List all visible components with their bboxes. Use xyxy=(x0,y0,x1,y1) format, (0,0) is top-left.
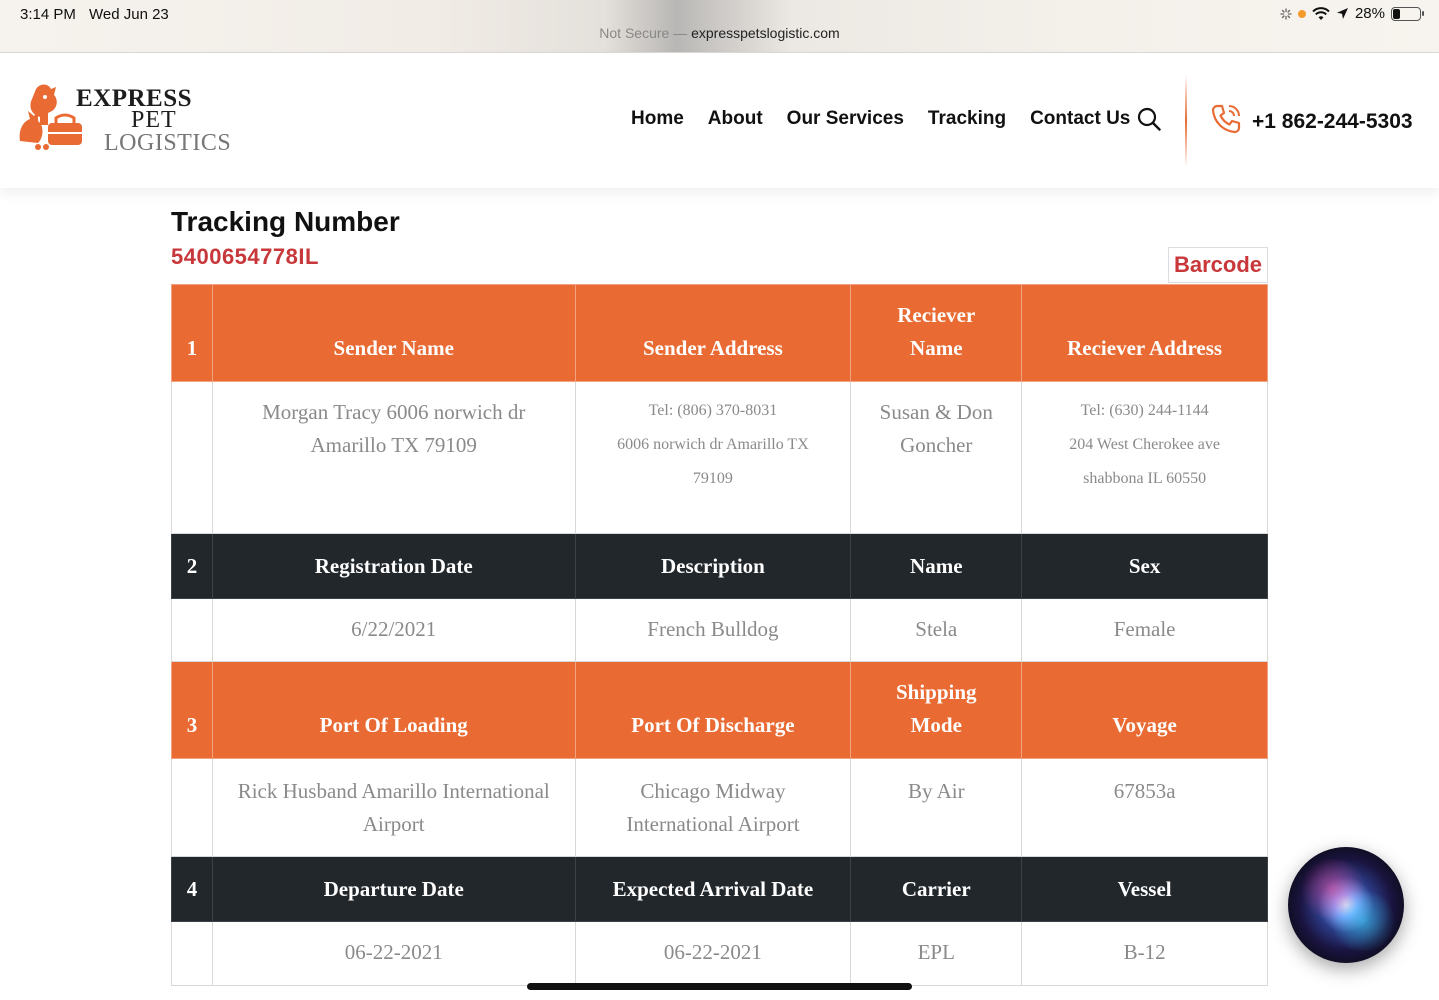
header-port-of-discharge: Port Of Discharge xyxy=(574,661,852,759)
expected-arrival-date-value: 06-22-2021 xyxy=(574,921,852,986)
siri-icon[interactable] xyxy=(1288,847,1404,963)
shipping-mode-value: By Air xyxy=(850,758,1023,857)
status-indicators: 28% xyxy=(1280,5,1424,22)
departure-date-value: 06-22-2021 xyxy=(211,921,576,986)
nav-home[interactable]: Home xyxy=(631,108,684,130)
header-shipping-mode: Shipping Mode xyxy=(850,661,1023,759)
section-number: 4 xyxy=(171,856,213,922)
nav-tracking[interactable]: Tracking xyxy=(928,108,1006,130)
header-registration-date: Registration Date xyxy=(211,533,576,599)
home-indicator[interactable] xyxy=(527,983,912,990)
sender-address-value: Tel: (806) 370-8031 6006 norwich dr Amar… xyxy=(574,381,852,534)
header-voyage: Voyage xyxy=(1021,661,1268,759)
search-icon[interactable] xyxy=(1136,106,1162,132)
site-header: EXPRESS PET LOGISTICS Home About Our Ser… xyxy=(0,53,1439,188)
table-row: 06-22-2021 06-22-2021 EPL B-12 xyxy=(171,921,1268,986)
logo-text-logistics: LOGISTICS xyxy=(104,130,232,156)
sex-value: Female xyxy=(1021,598,1268,662)
header-expected-arrival-date: Expected Arrival Date xyxy=(574,856,852,922)
vessel-value: B-12 xyxy=(1021,921,1268,986)
address-bar[interactable]: Not Secure — expresspetslogistic.com xyxy=(0,25,1439,41)
sender-name-value: Morgan Tracy 6006 norwich dr Amarillo TX… xyxy=(211,381,576,534)
url-text: expresspetslogistic.com xyxy=(691,25,840,41)
port-of-loading-value: Rick Husband Amarillo International Airp… xyxy=(211,758,576,857)
section-number: 1 xyxy=(171,284,213,382)
battery-icon xyxy=(1391,6,1424,21)
table-row: 6/22/2021 French Bulldog Stela Female xyxy=(171,598,1268,662)
mic-indicator-icon xyxy=(1297,9,1306,18)
header-vessel: Vessel xyxy=(1021,856,1268,922)
header-name: Name xyxy=(850,533,1023,599)
section-number: 3 xyxy=(171,661,213,759)
header-carrier: Carrier xyxy=(850,856,1023,922)
header-description: Description xyxy=(574,533,852,599)
status-time: 3:14 PM xyxy=(20,6,76,23)
port-of-discharge-value: Chicago Midway International Airport xyxy=(574,758,852,857)
header-sex: Sex xyxy=(1021,533,1268,599)
header-receiver-address: Reciever Address xyxy=(1021,284,1268,382)
header-port-of-loading: Port Of Loading xyxy=(211,661,576,759)
header-receiver-name: Reciever Name xyxy=(850,284,1023,382)
section-number: 2 xyxy=(171,533,213,599)
receiver-name-value: Susan & Don Goncher xyxy=(850,381,1023,534)
registration-date-value: 6/22/2021 xyxy=(211,598,576,662)
header-sender-name: Sender Name xyxy=(211,284,576,382)
nav-about[interactable]: About xyxy=(708,108,763,130)
shipment-info-table: 1 Sender Name Sender Address Reciever Na… xyxy=(171,284,1268,986)
table-header-row: 3 Port Of Loading Port Of Discharge Ship… xyxy=(171,661,1268,759)
table-header-row: 2 Registration Date Description Name Sex xyxy=(171,533,1268,599)
activity-spinner-icon xyxy=(1280,7,1292,20)
pet-name-value: Stela xyxy=(850,598,1023,662)
table-header-row: 4 Departure Date Expected Arrival Date C… xyxy=(171,856,1268,922)
site-logo[interactable]: EXPRESS PET LOGISTICS xyxy=(18,81,238,161)
wifi-icon xyxy=(1312,6,1330,20)
header-divider xyxy=(1185,75,1187,167)
header-phone-number[interactable]: +1 862-244-5303 xyxy=(1252,110,1413,134)
main-nav: Home About Our Services Tracking Contact… xyxy=(631,108,1130,130)
battery-percent: 28% xyxy=(1354,5,1385,22)
status-bar: 3:14 PM Wed Jun 23 Not Secure — expressp… xyxy=(0,0,1439,53)
table-row: Morgan Tracy 6006 norwich dr Amarillo TX… xyxy=(171,381,1268,534)
header-sender-address: Sender Address xyxy=(574,284,852,382)
status-date: Wed Jun 23 xyxy=(89,6,169,23)
table-header-row: 1 Sender Name Sender Address Reciever Na… xyxy=(171,284,1268,382)
not-secure-label: Not Secure — xyxy=(599,25,688,41)
nav-contact-us[interactable]: Contact Us xyxy=(1030,108,1130,130)
receiver-address-value: Tel: (630) 244-1144 204 West Cherokee av… xyxy=(1021,381,1268,534)
header-departure-date: Departure Date xyxy=(211,856,576,922)
nav-our-services[interactable]: Our Services xyxy=(787,108,904,130)
carrier-value: EPL xyxy=(850,921,1023,986)
description-value: French Bulldog xyxy=(574,598,852,662)
tracking-number: 5400654778IL xyxy=(171,244,319,269)
phone-icon[interactable] xyxy=(1210,103,1242,135)
tracking-title: Tracking Number xyxy=(171,206,400,237)
location-arrow-icon xyxy=(1336,8,1348,19)
voyage-value: 67853a xyxy=(1021,758,1268,857)
barcode-button[interactable]: Barcode xyxy=(1168,247,1268,283)
table-row: Rick Husband Amarillo International Airp… xyxy=(171,758,1268,857)
